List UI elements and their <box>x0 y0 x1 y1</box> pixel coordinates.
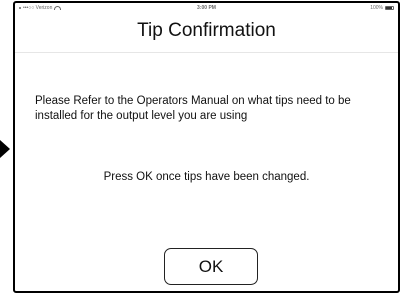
pointer-arrow-icon <box>0 140 10 158</box>
instruction-text: Press OK once tips have been changed. <box>103 171 310 183</box>
ok-button[interactable]: OK <box>164 248 258 285</box>
status-left: •••○○ Verizon <box>19 5 62 11</box>
status-bar: •••○○ Verizon 3:00 PM 100% <box>15 3 398 13</box>
title-divider <box>15 52 398 53</box>
battery-icon <box>385 6 394 10</box>
screenshot-page: •••○○ Verizon 3:00 PM 100% Tip Confirmat… <box>0 0 404 296</box>
carrier-label: •••○○ Verizon <box>23 5 53 11</box>
signal-icon <box>19 7 21 9</box>
manual-reference-message: Please Refer to the Operators Manual on … <box>35 95 351 122</box>
battery-level <box>386 7 392 9</box>
status-time: 3:00 PM <box>197 5 216 11</box>
battery-percent: 100% <box>370 5 383 11</box>
device-screen: •••○○ Verizon 3:00 PM 100% Tip Confirmat… <box>13 1 400 293</box>
wifi-icon <box>54 6 62 10</box>
status-right: 100% <box>370 5 394 11</box>
page-title: Tip Confirmation <box>137 20 276 41</box>
